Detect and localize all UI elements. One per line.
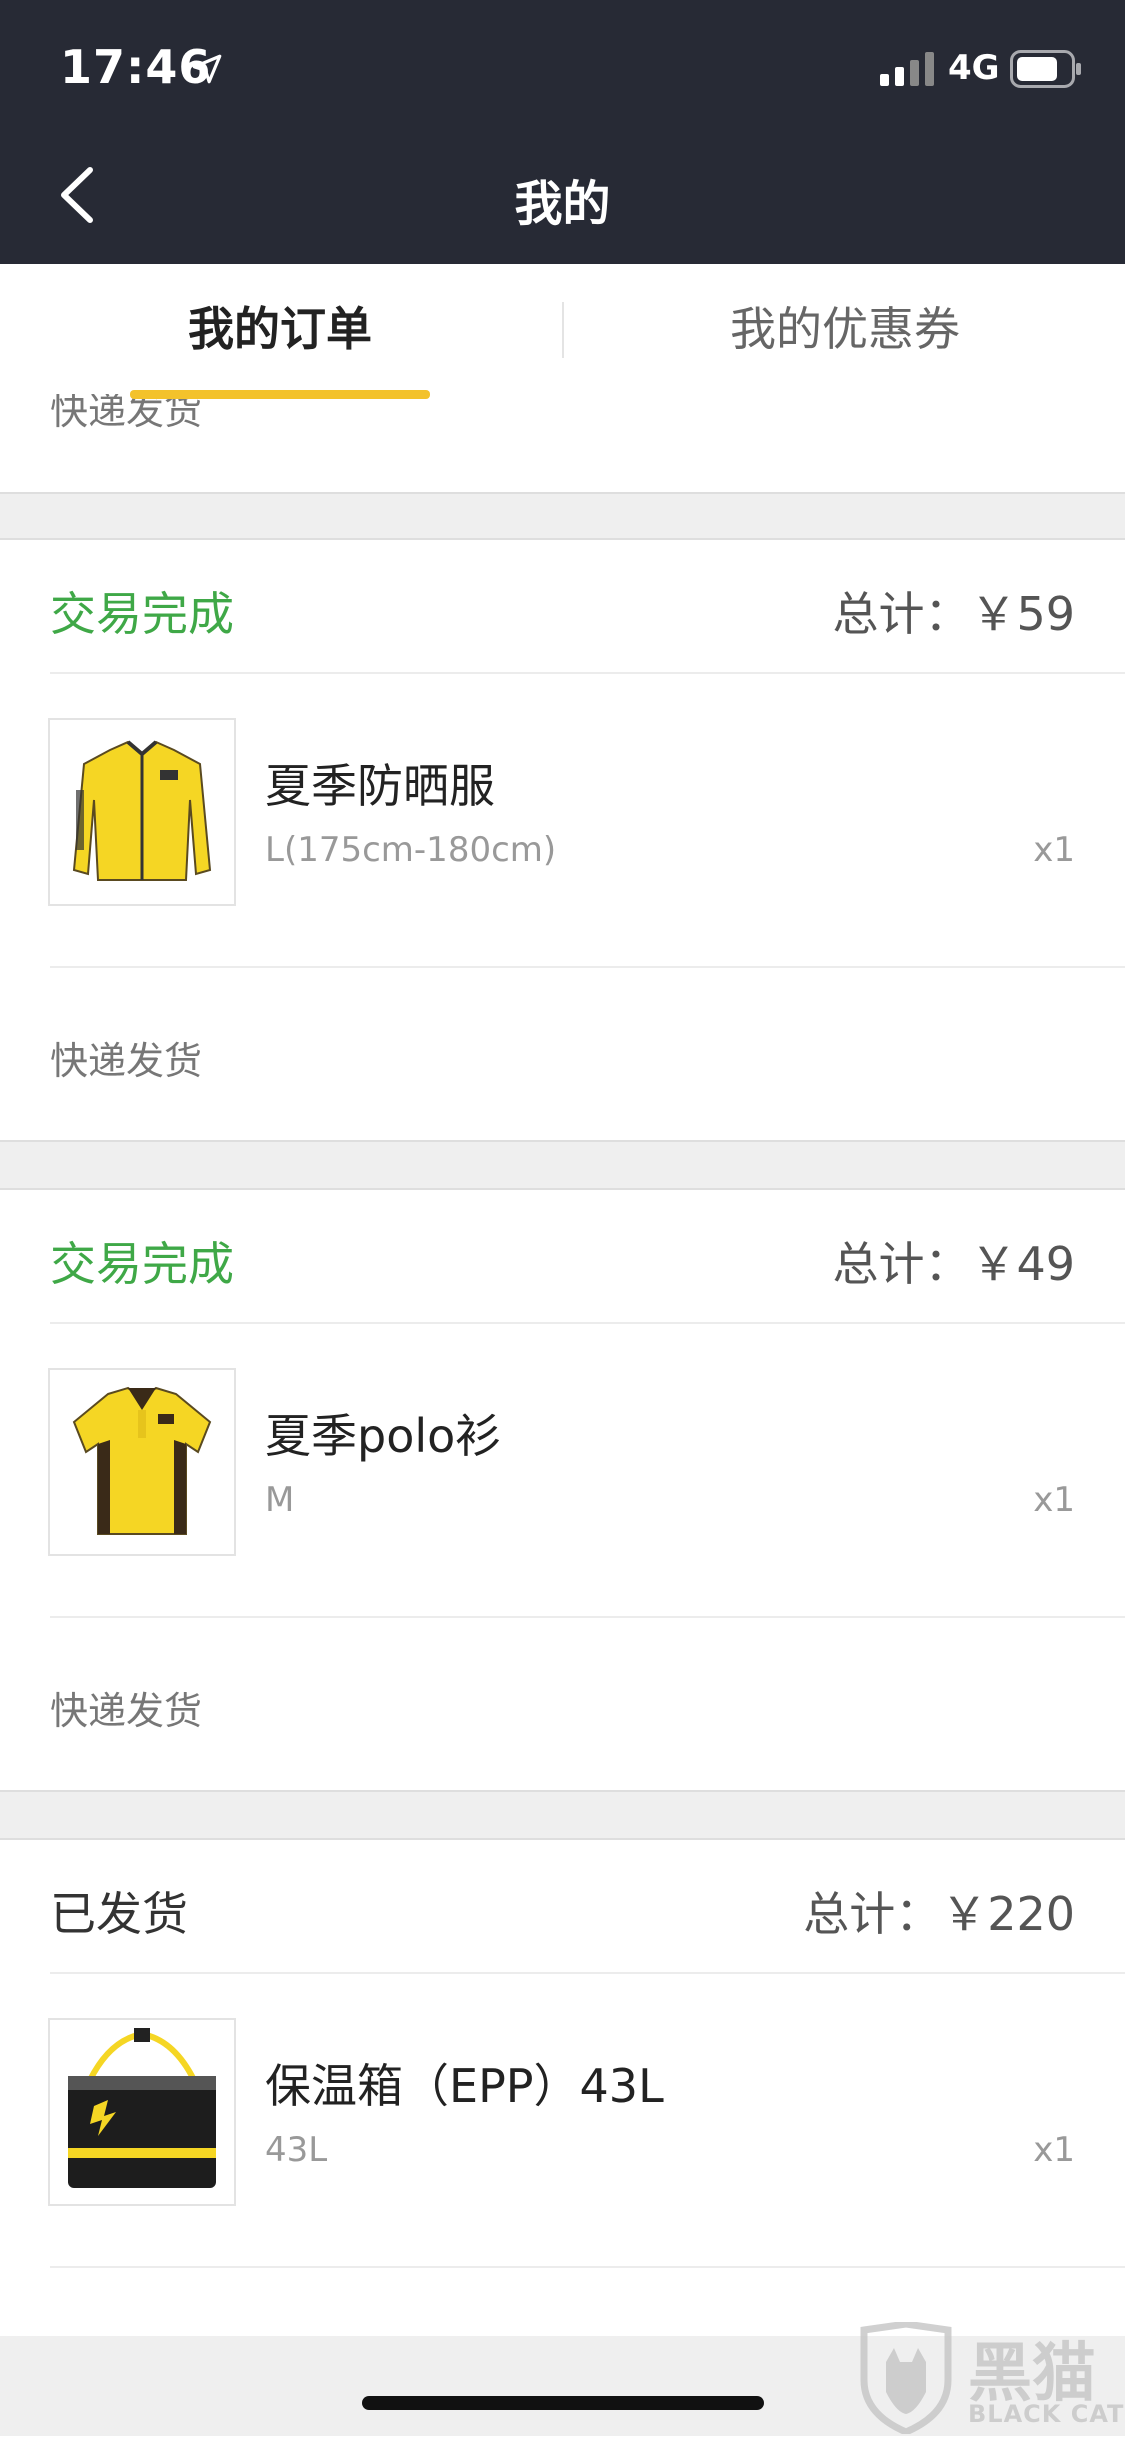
divider xyxy=(50,2266,1125,2268)
network-type: 4G xyxy=(948,48,1000,88)
watermark-subtext: BLACK CAT xyxy=(968,2400,1125,2428)
product-quantity: x1 xyxy=(1033,2130,1075,2170)
signal-icon xyxy=(880,52,934,86)
product-quantity: x1 xyxy=(1033,830,1075,870)
tab-bar: 我的订单 我的优惠券 xyxy=(0,264,1125,399)
tab-my-orders[interactable]: 我的订单 xyxy=(80,264,480,394)
home-indicator[interactable] xyxy=(362,2396,764,2410)
yellow-jacket-image xyxy=(48,718,236,906)
status-time: 17:46 xyxy=(60,40,212,94)
watermark-logo: 黑猫 BLACK CAT xyxy=(850,2318,1125,2436)
delivery-box-image xyxy=(48,2018,236,2206)
order-card[interactable]: 交易完成 总计：￥59 夏季防晒服 L(175cm-180cm) x1 快递发货 xyxy=(0,538,1125,1142)
product-spec: 43L xyxy=(265,2130,328,2170)
product-spec: M xyxy=(265,1480,295,1520)
tab-divider xyxy=(562,302,564,358)
order-total: 总计：￥59 xyxy=(832,587,1075,641)
location-arrow-icon xyxy=(192,54,222,84)
divider xyxy=(50,966,1125,968)
divider xyxy=(50,1616,1125,1618)
shipping-method: 快递发货 xyxy=(50,1039,203,1083)
product-spec: L(175cm-180cm) xyxy=(265,830,557,870)
page-title: 我的 xyxy=(514,176,611,232)
divider xyxy=(50,1972,1125,1974)
yellow-polo-shirt-image xyxy=(48,1368,236,1556)
active-tab-indicator xyxy=(130,390,430,399)
order-status: 交易完成 xyxy=(50,1237,234,1291)
battery-icon xyxy=(1010,50,1081,88)
shipping-method: 快递发货 xyxy=(50,1689,203,1733)
divider xyxy=(50,672,1125,674)
order-status: 交易完成 xyxy=(50,587,234,641)
order-total: 总计：￥49 xyxy=(832,1237,1075,1291)
tab-my-coupons[interactable]: 我的优惠券 xyxy=(645,264,1045,394)
order-card[interactable]: 交易完成 总计：￥49 夏季polo衫 M x1 快递发货 xyxy=(0,1188,1125,1792)
order-status: 已发货 xyxy=(50,1887,188,1941)
product-name: 夏季polo衫 xyxy=(265,1409,502,1463)
app-header: 17:46 4G 我的 xyxy=(0,0,1125,264)
cat-shield-icon xyxy=(860,2322,952,2434)
product-quantity: x1 xyxy=(1033,1480,1075,1520)
product-name: 保温箱（EPP）43L xyxy=(265,2059,664,2113)
order-total: 总计：￥220 xyxy=(803,1887,1075,1941)
divider xyxy=(50,1322,1125,1324)
product-name: 夏季防晒服 xyxy=(265,759,495,813)
